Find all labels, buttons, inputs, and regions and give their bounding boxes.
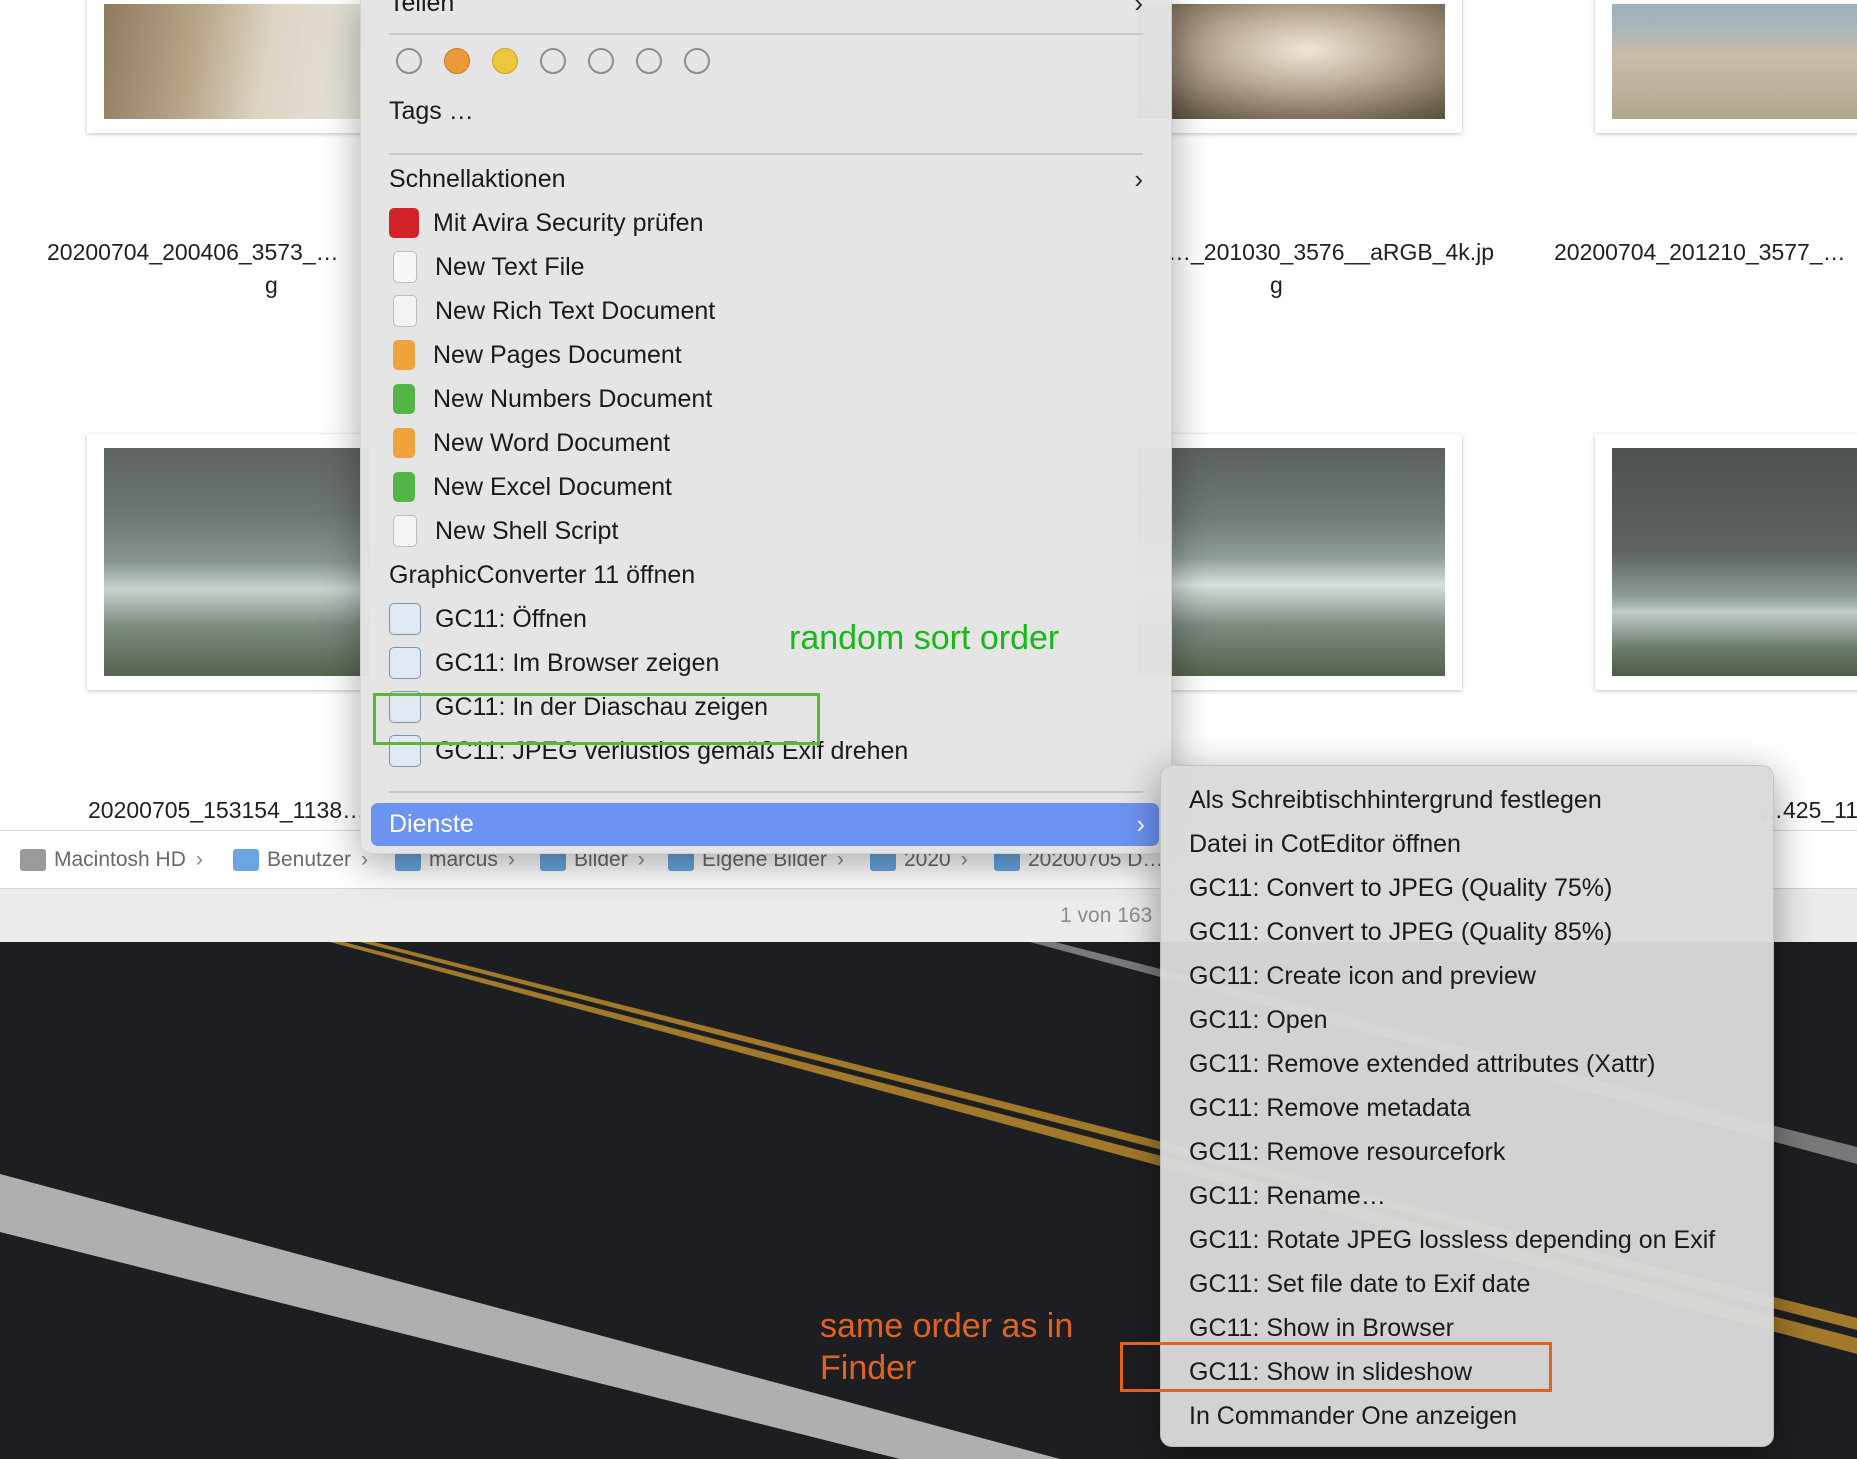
menu-item-new-rich-text[interactable]: New Rich Text Document [389, 291, 715, 331]
menu-item-gc11-open[interactable]: GC11: Öffnen [389, 599, 587, 639]
tag-color-orange[interactable] [444, 48, 470, 74]
chevron-right-icon: › [1136, 809, 1145, 839]
graphicconverter-icon [389, 647, 421, 679]
path-item-benutzer[interactable]: Benutzer › [233, 846, 368, 874]
menu-item-tags[interactable]: Tags … [389, 91, 474, 131]
service-gc11-rename[interactable]: GC11: Rename… [1189, 1176, 1386, 1216]
thumbnail-4[interactable] [87, 434, 387, 690]
service-gc11-remove-resourcefork[interactable]: GC11: Remove resourcefork [1189, 1132, 1505, 1172]
file-name[interactable]: 20200705_153154_1138… [88, 794, 365, 827]
tag-color-gray[interactable] [684, 48, 710, 74]
service-gc11-convert-jpeg-85[interactable]: GC11: Convert to JPEG (Quality 85%) [1189, 912, 1612, 952]
service-open-in-coteditor[interactable]: Datei in CotEditor öffnen [1189, 824, 1461, 864]
menu-item-new-excel[interactable]: New Excel Document [389, 467, 672, 507]
service-gc11-remove-metadata[interactable]: GC11: Remove metadata [1189, 1088, 1471, 1128]
menu-item-services[interactable]: Dienste › [371, 803, 1159, 846]
tag-color-purple[interactable] [636, 48, 662, 74]
tag-color-blue[interactable] [588, 48, 614, 74]
service-gc11-remove-xattr[interactable]: GC11: Remove extended attributes (Xattr) [1189, 1044, 1655, 1084]
service-commander-one[interactable]: In Commander One anzeigen [1189, 1396, 1517, 1436]
menu-separator [389, 33, 1143, 35]
file-name[interactable]: …_201030_3576__aRGB_4k.jp [1168, 236, 1494, 269]
file-name-line2: g [1270, 272, 1283, 298]
menu-item-new-shell-script[interactable]: New Shell Script [389, 511, 618, 551]
service-gc11-set-file-date[interactable]: GC11: Set file date to Exif date [1189, 1264, 1530, 1304]
menu-item-gc11-browser[interactable]: GC11: Im Browser zeigen [389, 643, 719, 683]
folder-icon [233, 849, 259, 871]
thumbnail-1[interactable] [87, 0, 387, 133]
file-name[interactable]: 20200704_201210_3577_… [1554, 236, 1846, 269]
avira-icon [389, 208, 419, 238]
file-name[interactable]: …425_114 [1760, 794, 1857, 827]
menu-header-graphicconverter: GraphicConverter 11 öffnen [389, 561, 696, 589]
shell-script-icon [393, 515, 417, 547]
menu-item-avira[interactable]: Mit Avira Security prüfen [389, 203, 703, 243]
menu-item-new-pages[interactable]: New Pages Document [389, 335, 682, 375]
annotation-same-order-line2: Finder [820, 1349, 917, 1387]
thumbnail-6[interactable] [1595, 434, 1857, 690]
highlight-box-orange [1120, 1342, 1552, 1392]
item-count: 1 von 163 [1060, 904, 1153, 927]
service-gc11-rotate-jpeg[interactable]: GC11: Rotate JPEG lossless depending on … [1189, 1220, 1715, 1260]
menu-item-new-numbers[interactable]: New Numbers Document [389, 379, 712, 419]
thumbnail-3[interactable] [1595, 0, 1857, 133]
numbers-icon [393, 384, 415, 414]
menu-item-share[interactable]: Teilen › [389, 0, 1143, 23]
annotation-random-sort-order: random sort order [789, 619, 1060, 657]
rich-text-icon [393, 295, 417, 327]
service-set-desktop-background[interactable]: Als Schreibtischhintergrund festlegen [1189, 780, 1602, 820]
tag-color-yellow[interactable] [492, 48, 518, 74]
word-icon [393, 428, 415, 458]
annotation-same-order-line1: same order as in [820, 1307, 1074, 1345]
file-name-line2: g [265, 272, 278, 298]
tag-color-red[interactable] [396, 48, 422, 74]
menu-item-new-text-file[interactable]: New Text File [389, 247, 585, 287]
menu-separator [389, 153, 1143, 155]
excel-icon [393, 472, 415, 502]
service-gc11-open[interactable]: GC11: Open [1189, 1000, 1328, 1040]
menu-item-new-word[interactable]: New Word Document [389, 423, 670, 463]
menu-separator [389, 791, 1143, 793]
service-gc11-convert-jpeg-75[interactable]: GC11: Convert to JPEG (Quality 75%) [1189, 868, 1612, 908]
service-gc11-create-icon[interactable]: GC11: Create icon and preview [1189, 956, 1536, 996]
chevron-right-icon: › [1134, 164, 1143, 194]
highlight-box-green [373, 693, 820, 745]
path-item-macintosh-hd[interactable]: Macintosh HD › [20, 846, 203, 874]
chevron-right-icon: › [1134, 0, 1143, 18]
text-file-icon [393, 251, 417, 283]
pages-icon [393, 340, 415, 370]
tag-color-green[interactable] [540, 48, 566, 74]
graphicconverter-icon [389, 603, 421, 635]
file-name[interactable]: 20200704_200406_3573_… [47, 236, 339, 269]
menu-item-quick-actions[interactable]: Schnellaktionen › [389, 159, 1143, 199]
hard-drive-icon [20, 849, 46, 871]
